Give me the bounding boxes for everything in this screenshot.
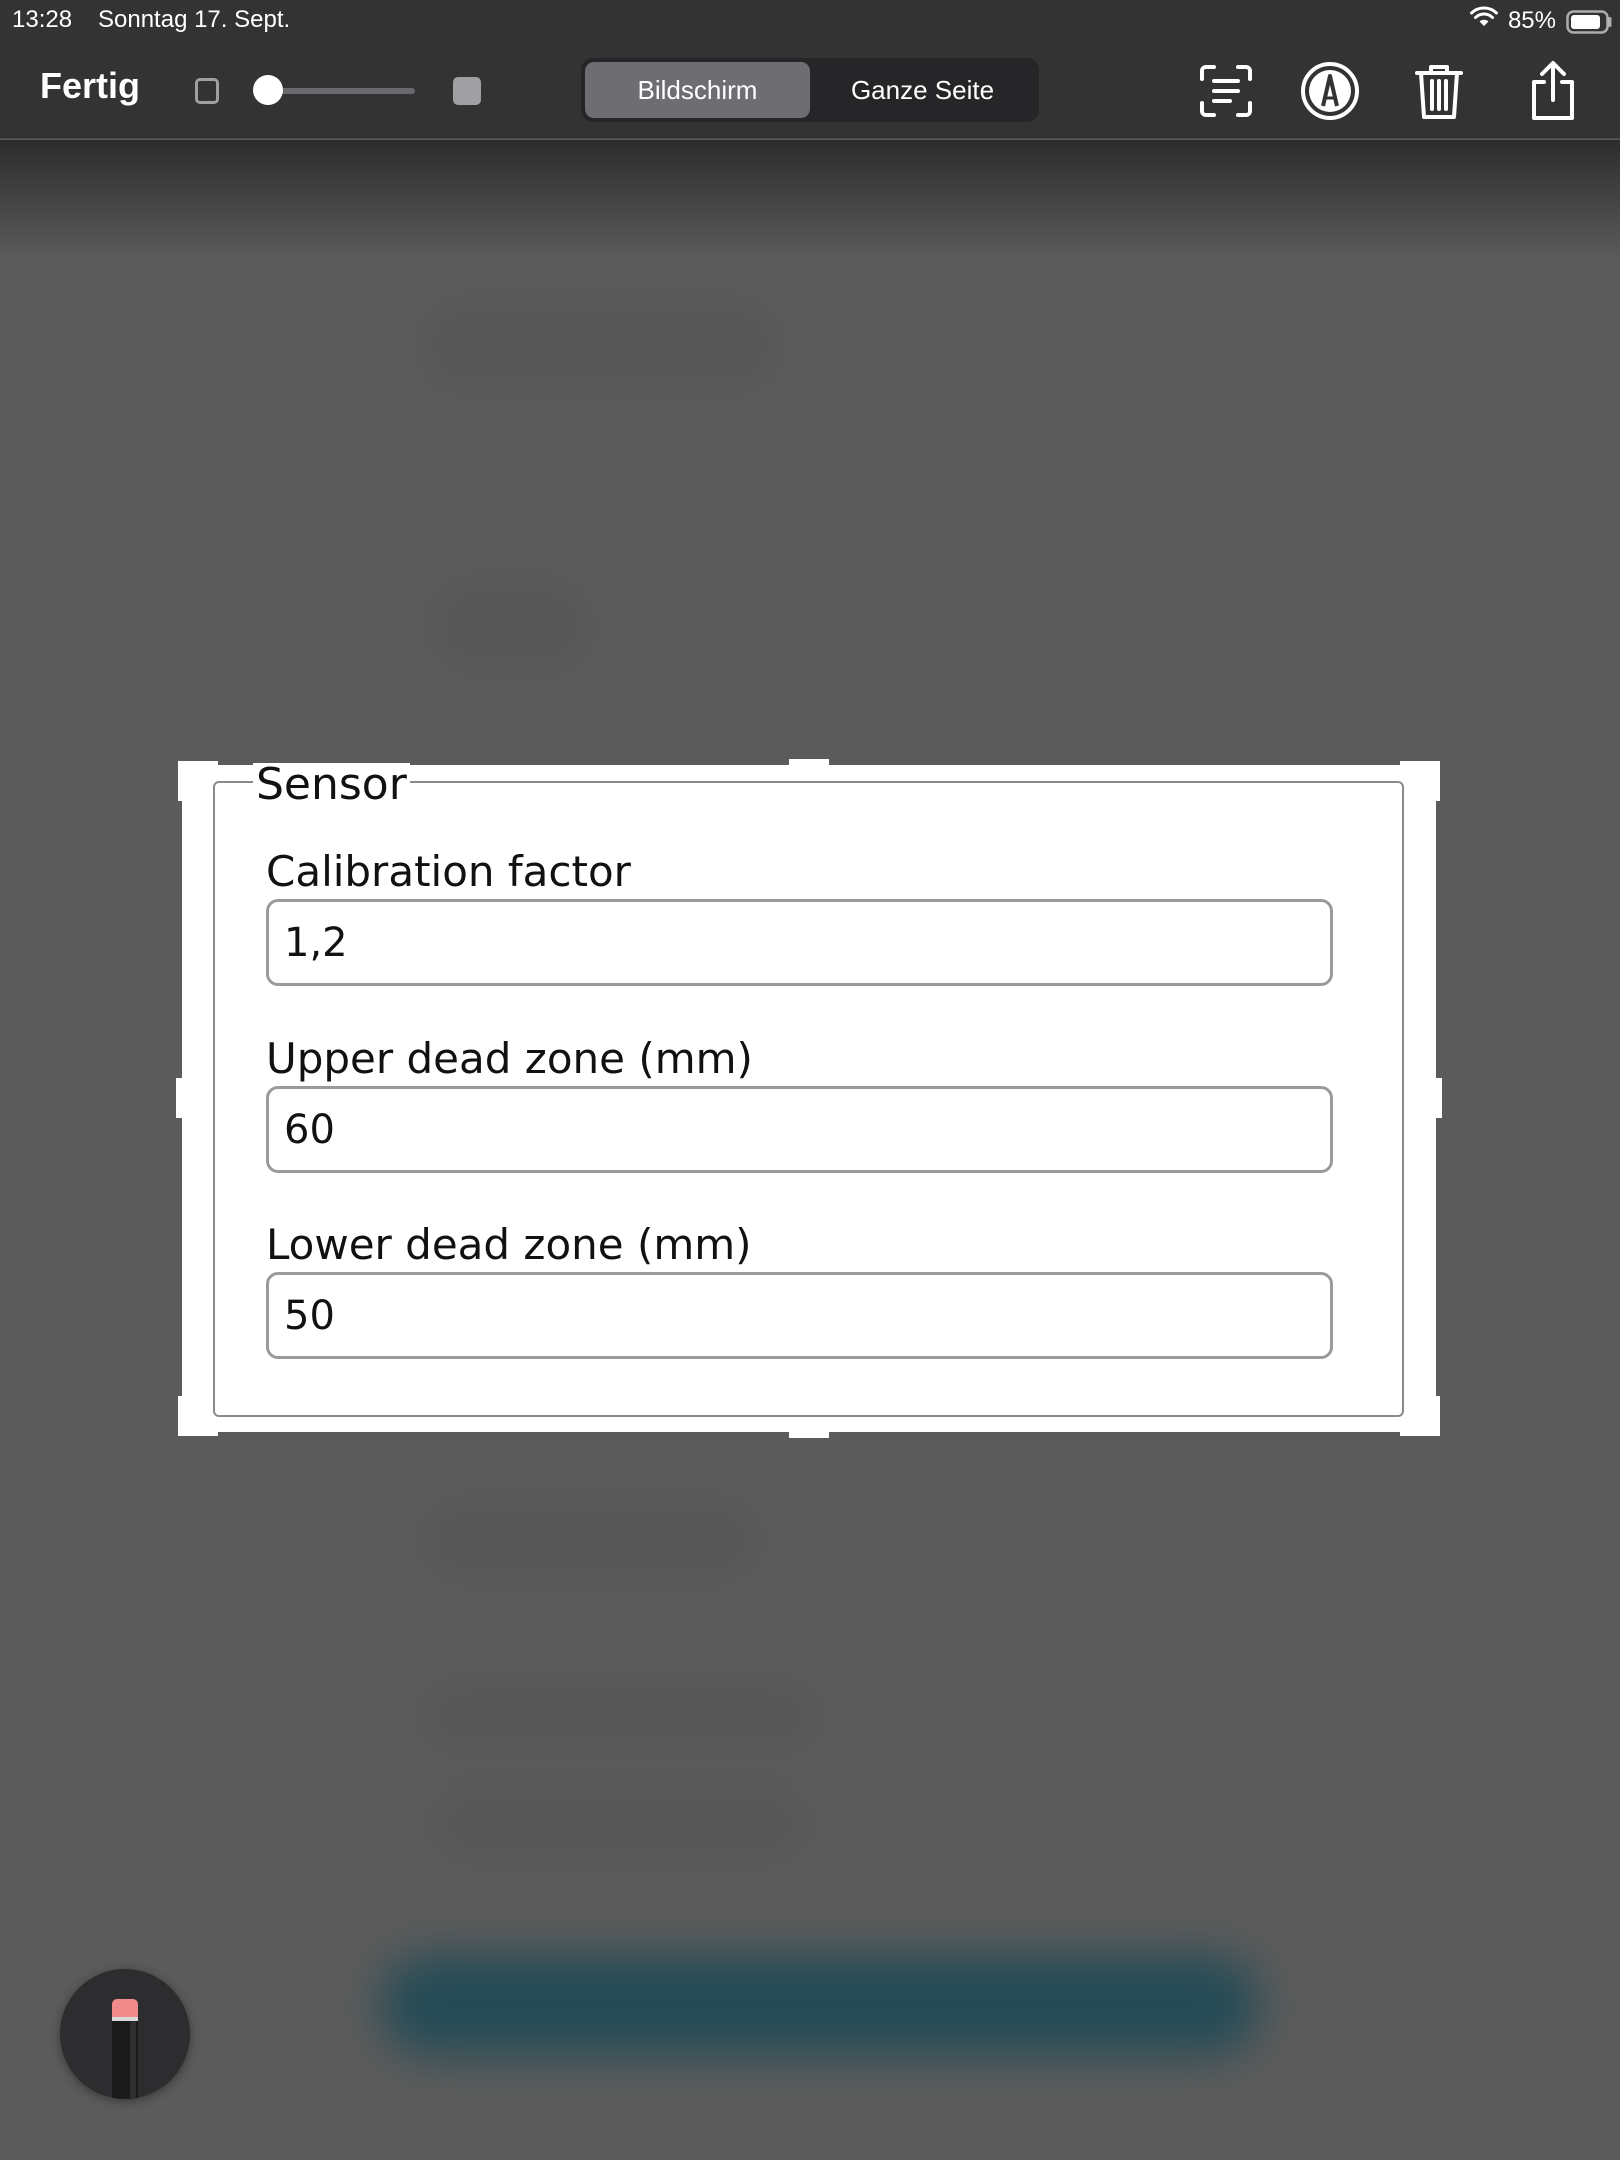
- crop-edge-top[interactable]: [789, 759, 829, 767]
- wifi-icon: [1469, 6, 1498, 35]
- upper-dead-zone-input[interactable]: [266, 1086, 1333, 1173]
- dimmed-button: [380, 1955, 1260, 2055]
- crop-selection[interactable]: Sensor Calibration factor Upper dead zon…: [176, 759, 1442, 1438]
- text-recognition-icon[interactable]: [1193, 58, 1259, 124]
- status-indicators: 85%: [1469, 6, 1612, 35]
- crop-edge-bottom[interactable]: [789, 1430, 829, 1438]
- segment-screen[interactable]: Bildschirm: [585, 62, 810, 118]
- pencil-tool-button[interactable]: [60, 1969, 190, 2099]
- status-date: Sonntag 17. Sept.: [98, 6, 291, 33]
- trash-icon[interactable]: [1406, 58, 1472, 124]
- upper-dead-zone-label: Upper dead zone (mm): [266, 1034, 753, 1083]
- dimmed-content: [420, 1680, 820, 1750]
- dimmed-content: [430, 580, 590, 670]
- sensor-fieldset: Sensor Calibration factor Upper dead zon…: [213, 763, 1404, 1417]
- battery-percent: 85%: [1507, 6, 1556, 34]
- calibration-factor-label: Calibration factor: [266, 847, 631, 896]
- crop-corner-top-right[interactable]: [1400, 761, 1440, 801]
- toolbar-shadow: [0, 140, 1620, 260]
- dimmed-content: [420, 1500, 760, 1580]
- crop-edge-left[interactable]: [176, 1078, 184, 1118]
- markup-icon[interactable]: [1297, 58, 1363, 124]
- calibration-factor-input[interactable]: [266, 899, 1333, 986]
- battery-icon: [1566, 9, 1612, 34]
- dimmed-content: [420, 300, 780, 390]
- opacity-slider-thumb[interactable]: [253, 75, 283, 105]
- segment-full-page[interactable]: Ganze Seite: [810, 62, 1035, 118]
- lower-dead-zone-label: Lower dead zone (mm): [266, 1220, 752, 1269]
- done-button[interactable]: Fertig: [40, 65, 140, 107]
- lower-dead-zone-input[interactable]: [266, 1272, 1333, 1359]
- opacity-slider[interactable]: [265, 88, 415, 94]
- opacity-low-icon: [195, 78, 219, 104]
- crop-corner-bottom-right[interactable]: [1400, 1396, 1440, 1436]
- crop-corner-bottom-left[interactable]: [178, 1396, 218, 1436]
- crop-corner-top-left[interactable]: [178, 761, 218, 801]
- crop-edge-right[interactable]: [1434, 1078, 1442, 1118]
- dimmed-content: [430, 1790, 810, 1860]
- pencil-icon: [112, 1999, 138, 2099]
- status-bar: 13:28 Sonntag 17. Sept. 85%: [0, 0, 1620, 40]
- status-time: 13:28: [12, 6, 73, 33]
- capture-mode-control: Bildschirm Ganze Seite: [581, 58, 1039, 122]
- fieldset-legend: Sensor: [253, 763, 410, 807]
- opacity-high-icon: [453, 77, 481, 105]
- screenshot-editor: Fertig Bildschirm Ganze Seite 13:28 Sonn…: [0, 0, 1620, 2160]
- share-icon[interactable]: [1520, 58, 1586, 124]
